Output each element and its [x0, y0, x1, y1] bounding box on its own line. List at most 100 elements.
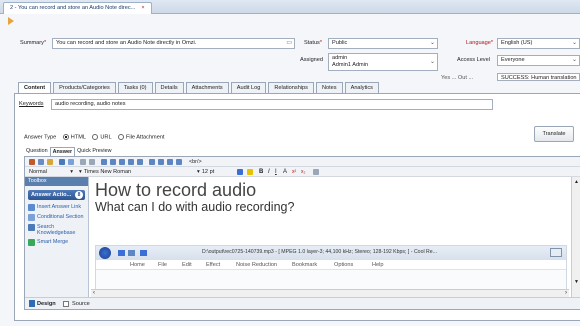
font-family-select[interactable]: ▾ Times New Roman	[79, 167, 169, 177]
translate-button[interactable]: Translate	[534, 126, 574, 142]
radio-file-attachment[interactable]	[117, 134, 124, 140]
summary-label: Summary*	[20, 40, 47, 46]
subscript-icon[interactable]: x₂	[301, 167, 305, 177]
justify-icon[interactable]	[176, 159, 182, 165]
numbered-list-icon[interactable]	[119, 159, 125, 165]
italic-icon[interactable]: I	[268, 167, 270, 177]
highlight-icon[interactable]	[247, 169, 253, 175]
answer-heading: How to record audio	[95, 180, 257, 200]
assigned-select[interactable]: admin Admin1 Admin ⌄	[328, 53, 438, 71]
ribbon-edit: Edit	[182, 262, 192, 268]
keywords-input[interactable]: audio recording, audio notes	[51, 99, 493, 110]
toolbox-panel: Toolbox Answer Actio... 8 Insert Answer L…	[25, 177, 89, 299]
ribbon-bookmark: Bookmark	[292, 262, 318, 268]
language-select[interactable]: English (US) ⌄	[497, 38, 580, 49]
find-icon[interactable]	[59, 159, 65, 165]
close-icon[interactable]: ×	[141, 5, 144, 11]
editor-toolbar-top: <br/>	[25, 157, 580, 167]
align-center-icon[interactable]	[158, 159, 164, 165]
chevron-down-icon: ⌄	[571, 57, 577, 63]
app-logo-icon	[7, 16, 15, 26]
outdent-icon[interactable]	[137, 159, 143, 165]
font-color-icon[interactable]	[237, 169, 243, 175]
paste-icon[interactable]	[47, 159, 53, 165]
font-size-select[interactable]: ▾ 12 pt	[197, 167, 233, 177]
br-tag-button[interactable]: <br/>	[189, 157, 202, 167]
radio-url[interactable]	[92, 134, 99, 140]
keywords-label: Keywords	[19, 101, 44, 107]
toolbox-header: Toolbox	[25, 177, 88, 186]
align-left-icon[interactable]	[149, 159, 155, 165]
editor-tabs: Question Answer Quick Preview	[24, 147, 114, 156]
editor-tab-question[interactable]: Question	[24, 147, 50, 156]
text-size-icon[interactable]: A	[283, 167, 287, 177]
chevron-down-icon: ⌄	[429, 40, 435, 46]
conditional-icon	[28, 214, 35, 221]
chevron-down-icon: ▾	[197, 169, 200, 175]
minimize-icon	[550, 248, 562, 257]
status-select[interactable]: Public ⌄	[328, 38, 438, 49]
copy-icon[interactable]	[38, 159, 44, 165]
access-level-select[interactable]: Everyone ⌄	[497, 55, 580, 66]
scroll-right-icon[interactable]: ›	[565, 290, 567, 297]
search-icon	[28, 224, 35, 231]
assigned-label: Assigned	[300, 57, 324, 63]
align-right-icon[interactable]	[167, 159, 173, 165]
editor-mode-bar: Design Source	[25, 297, 580, 309]
redo-icon[interactable]	[89, 159, 95, 165]
document-tab-title: 2 - You can record and store an Audio No…	[10, 5, 136, 11]
editor-horizontal-scrollbar[interactable]: ‹ ›	[91, 289, 569, 297]
expand-icon[interactable]: ▭	[286, 39, 292, 48]
answer-actions-count: 8	[75, 191, 83, 199]
answer-actions-header[interactable]: Answer Actio... 8	[28, 190, 85, 200]
document-tab[interactable]: 2 - You can record and store an Audio No…	[3, 2, 152, 14]
source-mode-tab[interactable]: Source	[72, 298, 90, 309]
table-icon[interactable]	[101, 159, 107, 165]
indent-icon[interactable]	[128, 159, 134, 165]
spellcheck-icon[interactable]	[68, 159, 74, 165]
toolbox-item-conditional-section[interactable]: Conditional Section	[28, 214, 85, 221]
scroll-left-icon[interactable]: ‹	[93, 290, 95, 297]
ribbon-help: Help	[372, 262, 384, 268]
open-icon	[128, 250, 135, 256]
answer-subheading: What can I do with audio recording?	[95, 200, 295, 214]
ribbon-effect: Effect	[206, 262, 221, 268]
chevron-down-icon: ⌄	[571, 40, 577, 46]
embedded-ribbon: Home File Edit Effect Noise Reduction Bo…	[96, 260, 566, 270]
scroll-up-icon[interactable]: ▲	[574, 179, 579, 185]
toolbox-item-search-knowledgebase[interactable]: Search Knowledgebase	[28, 224, 85, 236]
bold-icon[interactable]: B	[259, 167, 263, 177]
clear-format-icon[interactable]	[313, 169, 319, 175]
toolbox-item-insert-answer-link[interactable]: Insert Answer Link	[28, 204, 85, 211]
toolbox-item-smart-merge[interactable]: Smart Merge	[28, 239, 85, 246]
summary-value: You can record and store an Audio Note d…	[56, 40, 197, 46]
status-label: Status*	[304, 40, 323, 46]
scroll-down-icon[interactable]: ▼	[574, 279, 579, 285]
radio-html[interactable]	[62, 134, 69, 140]
cut-icon[interactable]	[29, 159, 35, 165]
paragraph-style-select[interactable]: Normal ▾	[29, 167, 75, 177]
superscript-icon[interactable]: x²	[292, 167, 296, 177]
undo-icon[interactable]	[80, 159, 86, 165]
underline-icon[interactable]: I	[275, 167, 277, 177]
language-label: Language*	[466, 40, 494, 46]
design-mode-tab[interactable]: Design	[37, 298, 56, 309]
rich-text-editor: <br/> Normal ▾ ▾ Times New Roman ▾ 12 pt B …	[24, 156, 580, 310]
editor-content[interactable]: How to record audio What can I do with a…	[91, 177, 569, 299]
answer-type-row: Answer Type HTML URL File Attachment	[24, 134, 165, 141]
embedded-window-title: D:\output\rec0725-140739.mp3 - [ MPEG 1.…	[202, 249, 438, 255]
editor-tab-quick-preview[interactable]: Quick Preview	[75, 147, 113, 156]
merge-icon	[28, 239, 35, 246]
summary-input[interactable]: You can record and store an Audio Note d…	[52, 38, 295, 49]
app-orb-icon	[99, 247, 111, 259]
editor-vertical-scrollbar[interactable]: ▲ ▼	[571, 177, 580, 299]
link-icon	[28, 204, 35, 211]
design-mode-icon	[29, 300, 35, 307]
chevron-down-icon: ▾	[79, 169, 82, 175]
editor-tab-answer[interactable]: Answer	[49, 147, 76, 156]
ribbon-home: Home	[130, 262, 145, 268]
editor-toolbar-format: Normal ▾ ▾ Times New Roman ▾ 12 pt B I I A …	[25, 167, 580, 177]
list-icon[interactable]	[110, 159, 116, 165]
save-icon	[118, 250, 125, 256]
cut-off-label: Yes ... Out ...	[441, 75, 474, 80]
